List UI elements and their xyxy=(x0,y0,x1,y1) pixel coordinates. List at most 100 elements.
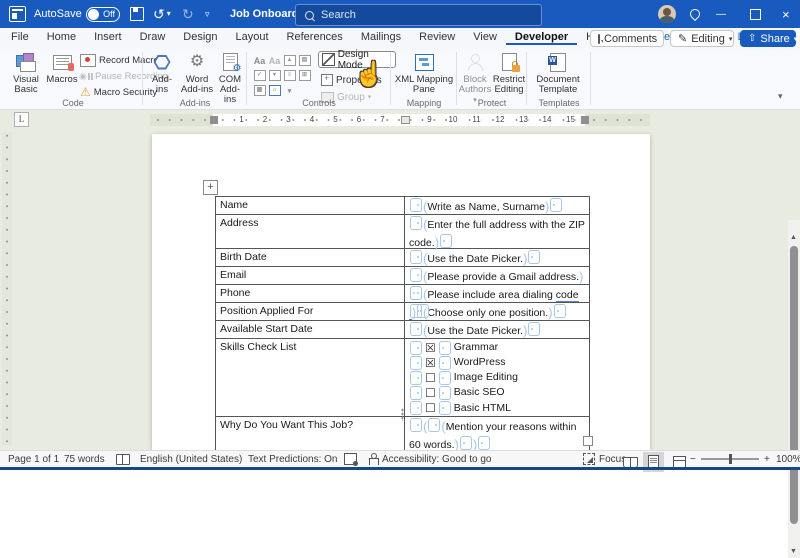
scroll-down-icon[interactable]: ▼ xyxy=(790,548,797,555)
tab-file[interactable]: File xyxy=(2,28,38,45)
tab-references[interactable]: References xyxy=(278,28,352,45)
content-control-close-tag[interactable] xyxy=(460,436,472,450)
indent-marker[interactable] xyxy=(210,116,218,124)
text-predictions-indicator[interactable]: Text Predictions: On xyxy=(248,451,337,467)
word-app-icon[interactable] xyxy=(9,0,26,28)
checkbox-item[interactable]: ☐Basic HTML xyxy=(409,401,587,416)
horizontal-ruler[interactable]: 123456789101112131415 xyxy=(213,114,585,126)
checkbox-item[interactable]: ☐Image Editing xyxy=(409,370,587,385)
autosave-toggle[interactable]: Off xyxy=(86,0,120,28)
document-template-button[interactable]: Document Template xyxy=(530,51,586,95)
table-move-handle[interactable]: + xyxy=(203,180,218,195)
tab-design[interactable]: Design xyxy=(174,28,226,45)
content-control-close-tag[interactable] xyxy=(478,436,490,450)
content-control-open-tag[interactable] xyxy=(410,216,422,230)
comments-button[interactable]: Comments xyxy=(590,30,664,47)
content-control-open-tag[interactable] xyxy=(410,286,422,300)
content-control-open-tag[interactable] xyxy=(410,198,422,212)
content-control-close-tag[interactable] xyxy=(528,250,540,264)
content-control-open-tag[interactable] xyxy=(410,418,422,432)
row-label[interactable]: Why Do You Want This Job? xyxy=(216,417,405,451)
row-value[interactable]: (Please include area dialing code .) xyxy=(405,285,589,302)
tab-layout[interactable]: Layout xyxy=(227,28,278,45)
vertical-scrollbar[interactable]: ▲ ▼ xyxy=(788,220,800,558)
row-label[interactable]: Birth Date xyxy=(216,249,405,266)
cell-margin-marker[interactable] xyxy=(401,116,410,124)
checkbox-item[interactable]: ☐Basic SEO xyxy=(409,386,587,401)
zoom-in-button[interactable]: + xyxy=(764,451,770,467)
zoom-slider-track[interactable] xyxy=(701,458,759,460)
placeholder-text[interactable]: Please include area dialing xyxy=(427,289,555,301)
row-value[interactable]: (Use the Date Picker.) xyxy=(405,249,589,266)
row-value[interactable]: ((Mention your reasons within 60 words.)… xyxy=(405,417,589,451)
share-button[interactable]: ⇧ Share ▾ xyxy=(740,30,796,47)
content-control-close-tag[interactable] xyxy=(440,234,452,248)
xml-mapping-pane-button[interactable]: XML Mapping Pane xyxy=(394,51,454,95)
row-label[interactable]: Position Applied For xyxy=(216,303,405,320)
save-button[interactable] xyxy=(130,0,144,28)
addins-button[interactable]: Add-ins xyxy=(146,51,178,95)
placeholder-text[interactable]: Choose only one position. xyxy=(427,307,548,319)
close-button[interactable]: × xyxy=(782,0,790,28)
editor-status-button[interactable] xyxy=(344,451,357,467)
restrict-editing-button[interactable]: Restrict Editing xyxy=(492,51,526,95)
account-avatar[interactable] xyxy=(658,0,676,28)
editing-mode-button[interactable]: ✎ Editing ▾ xyxy=(670,30,734,47)
redo-button[interactable]: ↻ xyxy=(182,0,194,28)
row-value[interactable]: (Use the Date Picker.) xyxy=(405,321,589,338)
checkbox-checked-icon[interactable]: ☒ xyxy=(425,342,436,354)
tab-developer[interactable]: Developer xyxy=(506,28,577,45)
scrollbar-thumb[interactable] xyxy=(790,246,798,524)
row-label[interactable]: Email xyxy=(216,267,405,284)
checkbox-item[interactable]: ☒WordPress xyxy=(409,355,587,370)
row-value[interactable]: (Please provide a Gmail address.) xyxy=(405,267,589,284)
tab-stop-selector[interactable]: L xyxy=(14,112,29,127)
content-control-open-tag[interactable] xyxy=(410,250,422,264)
checkbox-unchecked-icon[interactable]: ☐ xyxy=(425,402,436,414)
search-input[interactable]: Search xyxy=(295,4,542,26)
dropdown-list-control-icon[interactable]: ≡ xyxy=(282,68,297,83)
checkbox-control-icon[interactable]: ✓ xyxy=(252,68,267,83)
building-block-gallery-icon[interactable]: ▤ xyxy=(297,53,312,68)
tab-home[interactable]: Home xyxy=(38,28,85,45)
accessibility-status[interactable]: Accessibility: Good to go xyxy=(368,451,492,467)
ruler-right-margin[interactable] xyxy=(585,114,650,126)
column-grip-handle[interactable] xyxy=(401,408,404,421)
row-label[interactable]: Name xyxy=(216,197,405,214)
collapse-ribbon-button[interactable]: ▾ xyxy=(778,91,783,102)
content-control-open-tag[interactable] xyxy=(410,304,422,318)
more-commands-button[interactable]: ▿ xyxy=(205,0,210,28)
minimize-button[interactable]: — xyxy=(716,0,726,28)
tab-insert[interactable]: Insert xyxy=(85,28,131,45)
content-control-close-tag[interactable] xyxy=(554,304,566,318)
content-control-close-tag[interactable] xyxy=(528,322,540,336)
content-control-close-tag[interactable] xyxy=(550,198,562,212)
tab-draw[interactable]: Draw xyxy=(131,28,175,45)
word-addins-button[interactable]: ⚙ Word Add-ins xyxy=(180,51,214,95)
row-label[interactable]: Address xyxy=(216,215,405,248)
content-control-open-tag[interactable] xyxy=(410,268,422,282)
placeholder-text[interactable]: Use the Date Picker. xyxy=(427,325,523,337)
zoom-level[interactable]: 100% xyxy=(776,451,800,467)
scroll-up-icon[interactable]: ▲ xyxy=(790,234,797,241)
tab-mailings[interactable]: Mailings xyxy=(352,28,410,45)
row-label[interactable]: Skills Check List xyxy=(216,339,405,416)
legacy-tools-icon[interactable]: ⌂ xyxy=(267,83,282,98)
word-count[interactable]: 75 words xyxy=(64,451,105,467)
checkbox-item[interactable]: ☒Grammar xyxy=(409,340,587,355)
macros-button[interactable]: Macros xyxy=(46,51,78,85)
row-value[interactable]: (Enter the full address with the ZIP cod… xyxy=(405,215,589,248)
page-indicator[interactable]: Page 1 of 1 xyxy=(8,451,59,467)
placeholder-text[interactable]: Please provide a Gmail address. xyxy=(427,271,579,283)
table-resize-handle[interactable] xyxy=(583,436,593,446)
proofing-status-button[interactable] xyxy=(116,451,130,467)
checkbox-unchecked-icon[interactable]: ☐ xyxy=(425,372,436,384)
combo-box-control-icon[interactable]: ▾ xyxy=(267,68,282,83)
right-indent-marker[interactable] xyxy=(581,116,589,124)
legacy-tools-chevron-icon[interactable]: ▾ xyxy=(282,83,297,98)
row-label[interactable]: Phone xyxy=(216,285,405,302)
zoom-slider-thumb[interactable] xyxy=(729,454,732,464)
content-control-open-tag[interactable] xyxy=(428,418,440,432)
tab-view[interactable]: View xyxy=(464,28,506,45)
rich-text-control-icon[interactable]: Aa xyxy=(252,53,267,68)
